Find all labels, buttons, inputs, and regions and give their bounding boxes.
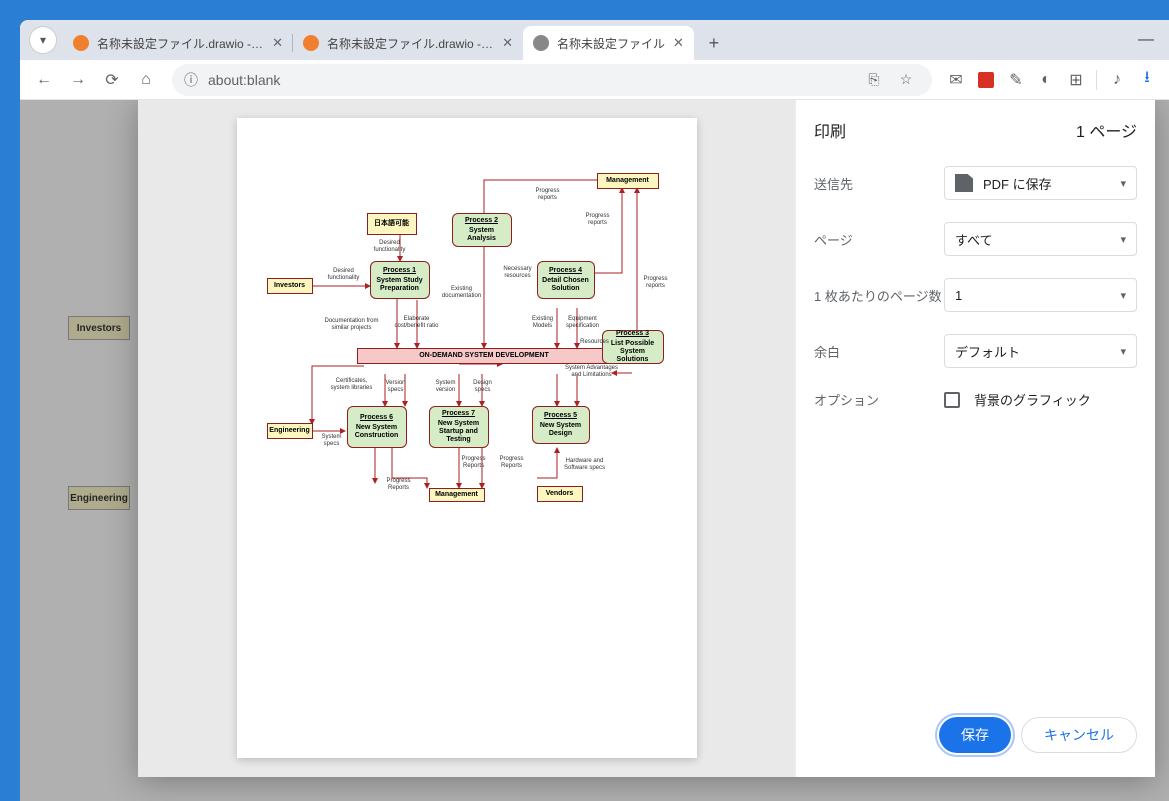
label: Progress Reports	[379, 478, 419, 491]
extension-icon[interactable]: ✎	[1002, 66, 1030, 94]
label: Desired functionality	[322, 268, 366, 281]
engineering-box: Engineering	[267, 423, 313, 439]
mail-icon[interactable]: ✉	[942, 66, 970, 94]
destination-label: 送信先	[814, 174, 944, 193]
forward-button[interactable]: →	[62, 64, 94, 96]
download-icon[interactable]: ⭳	[1133, 66, 1161, 94]
label: Progress Reports	[455, 456, 493, 469]
margin-dropdown[interactable]: デフォルト	[944, 334, 1137, 368]
tab-title: 名称未設定ファイル	[557, 35, 665, 52]
process-5-box: Process 5New System Design	[532, 406, 590, 444]
process-2-box: Process 2System Analysis	[452, 213, 512, 247]
drawio-favicon	[303, 35, 319, 51]
address-bar[interactable]: ⓘ about:blank ⎘ ☆	[172, 64, 932, 96]
tab-strip: ▾ 名称未設定ファイル.drawio - draw ✕ 名称未設定ファイル.dr…	[20, 20, 1169, 60]
tab-title: 名称未設定ファイル.drawio - draw	[97, 35, 264, 52]
bg-graphics-label: 背景のグラフィック	[974, 390, 1091, 409]
tab-2[interactable]: 名称未設定ファイル ✕	[523, 26, 694, 60]
margin-label: 余白	[814, 342, 944, 361]
new-tab-button[interactable]: +	[700, 29, 728, 57]
minimize-icon[interactable]: —	[1123, 20, 1169, 60]
management2-box: Management	[429, 488, 485, 502]
pdf-icon	[955, 174, 973, 192]
back-button[interactable]: ←	[28, 64, 60, 96]
pages-per-sheet-dropdown[interactable]: 1	[944, 278, 1137, 312]
divider	[1096, 70, 1097, 90]
reload-button[interactable]: ⟳	[96, 64, 128, 96]
label: System version	[429, 380, 463, 393]
bg-graphics-checkbox[interactable]	[944, 392, 960, 408]
pages-dropdown[interactable]: すべて	[944, 222, 1137, 256]
cancel-button[interactable]: キャンセル	[1021, 717, 1137, 753]
label: Design specs	[466, 380, 500, 393]
print-preview[interactable]: 日本語可能 Investors Management Engineering M…	[138, 100, 795, 777]
label: Certificates, system libraries	[329, 378, 375, 391]
process-3-box: Process 3List Possible System Solutions	[602, 330, 664, 364]
window-controls: —	[1123, 20, 1169, 60]
label: Desired functionality	[367, 240, 413, 253]
label: Necessary resources	[495, 266, 541, 279]
label: System specs	[315, 434, 349, 447]
url-text: about:blank	[208, 72, 280, 88]
close-icon[interactable]: ✕	[673, 35, 684, 51]
label: Documentation from similar projects	[320, 318, 384, 331]
label: Progress Reports	[493, 456, 531, 469]
label: Existing Models	[525, 316, 561, 329]
globe-favicon	[533, 35, 549, 51]
label: Equipment specification	[559, 316, 607, 329]
tab-1[interactable]: 名称未設定ファイル.drawio - draw ✕	[293, 26, 523, 60]
label: System Advantages and Limitations	[562, 365, 622, 378]
tabs-dropdown[interactable]: ▾	[29, 26, 57, 54]
options-label: オプション	[814, 390, 944, 409]
extensions-icon[interactable]: ⊞	[1062, 66, 1090, 94]
music-icon[interactable]: ♪	[1103, 66, 1131, 94]
label: Hardware and Software specs	[557, 458, 613, 471]
extension-icon[interactable]: ◐	[1032, 66, 1060, 94]
toolbar: ← → ⟳ ⌂ ⓘ about:blank ⎘ ☆ ✉ ✎ ◐ ⊞ ♪ ⭳	[20, 60, 1169, 100]
center-box: ON-DEMAND SYSTEM DEVELOPMENT	[357, 348, 612, 364]
extension-icon[interactable]	[972, 66, 1000, 94]
process-7-box: Process 7New System Startup and Testing	[429, 406, 489, 448]
page-count: 1 ページ	[1076, 118, 1137, 142]
label: Elaborate cost/benefit ratio	[392, 316, 442, 329]
vendors-box: Vendors	[537, 486, 583, 502]
preview-page: 日本語可能 Investors Management Engineering M…	[237, 118, 697, 758]
bookmark-icon[interactable]: ☆	[892, 66, 920, 94]
investors-box: Investors	[267, 278, 313, 294]
pages-label: ページ	[814, 230, 944, 249]
tab-title: 名称未設定ファイル.drawio - draw	[327, 35, 494, 52]
process-1-box: Process 1System Study Preparation	[370, 261, 430, 299]
label: Existing documentation	[435, 286, 489, 299]
label: Progress reports	[577, 213, 619, 226]
label: Version specs	[379, 380, 413, 393]
save-button[interactable]: 保存	[939, 717, 1011, 753]
jp-note-box: 日本語可能	[367, 213, 417, 235]
label: Progress reports	[527, 188, 569, 201]
management-box: Management	[597, 173, 659, 189]
label: Progress reports	[635, 276, 677, 289]
drawio-favicon	[73, 35, 89, 51]
close-icon[interactable]: ✕	[502, 35, 513, 51]
close-icon[interactable]: ✕	[272, 35, 283, 51]
install-icon[interactable]: ⎘	[860, 66, 888, 94]
process-4-box: Process 4Detail Chosen Solution	[537, 261, 595, 299]
pages-per-sheet-label: 1 枚あたりのページ数	[814, 286, 944, 305]
home-button[interactable]: ⌂	[130, 64, 162, 96]
print-dialog: 日本語可能 Investors Management Engineering M…	[138, 100, 1155, 777]
destination-dropdown[interactable]: PDF に保存	[944, 166, 1137, 200]
process-6-box: Process 6New System Construction	[347, 406, 407, 448]
tab-0[interactable]: 名称未設定ファイル.drawio - draw ✕	[63, 26, 293, 60]
info-icon: ⓘ	[184, 70, 198, 90]
print-settings: 印刷 1 ページ 送信先 PDF に保存 ページ	[795, 100, 1155, 777]
label: Resources	[575, 339, 615, 346]
print-title: 印刷	[814, 118, 846, 142]
